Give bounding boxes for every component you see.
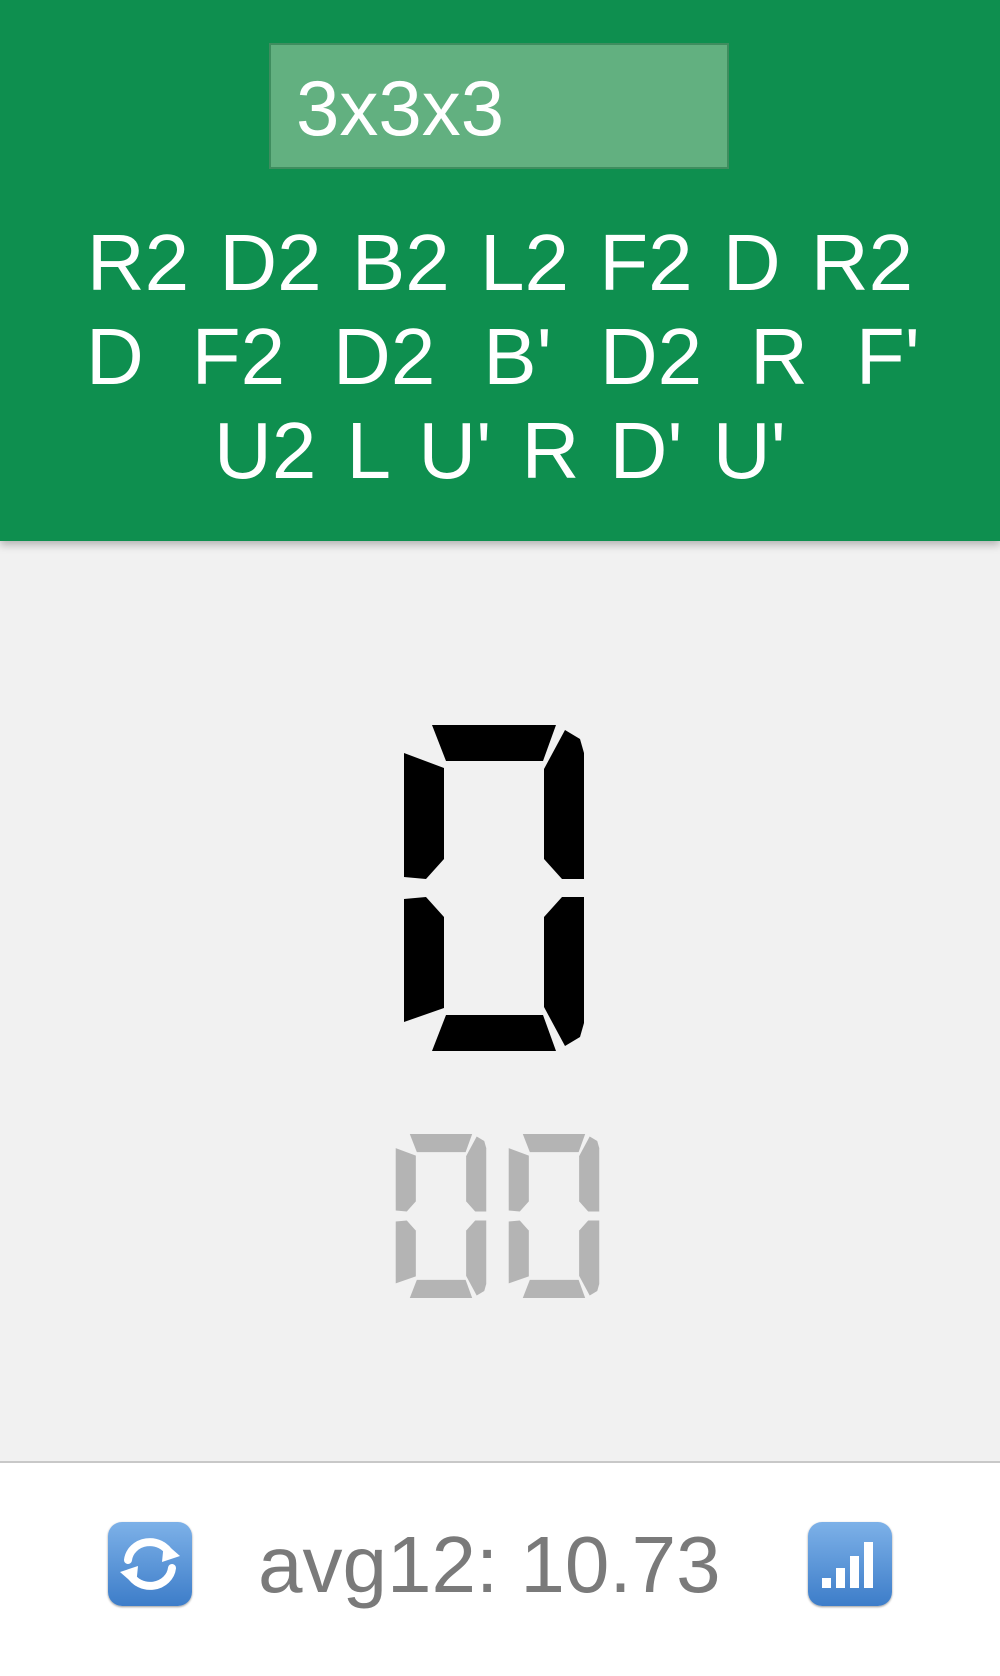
scramble-move: U' <box>418 406 492 495</box>
refresh-button[interactable] <box>108 1522 192 1606</box>
scramble-move: D' <box>609 406 683 495</box>
segment-d <box>409 1279 473 1298</box>
scramble-header: 3x3x3 R2 D2 B2 L2 F2 D R2 D F2 D2 B' D2 R F' U… <box>0 0 1000 541</box>
timer-centiseconds-tens <box>395 1134 487 1298</box>
scramble-line-1: R2 D2 B2 L2 F2 D R2 <box>70 216 930 310</box>
timer-display[interactable] <box>0 541 1000 1461</box>
segment-c <box>466 1220 487 1296</box>
scramble-move: D <box>86 312 144 401</box>
segment-e <box>508 1220 529 1284</box>
scramble-move: R <box>521 406 580 495</box>
segment-d <box>432 1015 556 1051</box>
scramble-move: D2 <box>333 312 436 401</box>
scramble-move: L <box>346 406 389 495</box>
statistics-button[interactable] <box>808 1522 892 1606</box>
segment-e <box>395 1220 416 1284</box>
scramble-move: R2 <box>810 218 914 307</box>
scramble-move: F' <box>855 312 920 401</box>
scramble-text: R2 D2 B2 L2 F2 D R2 D F2 D2 B' D2 R F' U2 L U'… <box>70 216 930 498</box>
segment-a <box>409 1134 473 1153</box>
scramble-move: L2 <box>480 218 569 307</box>
segment-b <box>579 1136 600 1212</box>
scramble-line-3: U2 L U' R D' U' <box>70 404 930 498</box>
scramble-move: R <box>750 312 808 401</box>
scramble-move: U' <box>712 406 786 495</box>
scramble-move: B' <box>483 312 552 401</box>
scramble-move: D2 <box>219 218 322 307</box>
segment-f <box>404 753 444 879</box>
average-display[interactable]: avg12: 10.73 <box>258 1515 748 1615</box>
scramble-move: D2 <box>599 312 703 401</box>
refresh-icon <box>120 1538 180 1590</box>
scramble-move: U2 <box>214 406 317 495</box>
scramble-move: R2 <box>86 218 190 307</box>
segment-b <box>544 730 584 879</box>
signal-bars-icon <box>822 1542 873 1588</box>
scramble-move: F2 <box>599 218 693 307</box>
segment-b <box>466 1136 487 1212</box>
scramble-line-2: D F2 D2 B' D2 R F' <box>70 310 930 404</box>
segment-f <box>508 1148 529 1212</box>
segment-d <box>522 1279 586 1298</box>
scramble-move: D <box>722 218 781 307</box>
timer-centiseconds-ones <box>508 1134 600 1298</box>
segment-f <box>395 1148 416 1212</box>
timer-seconds <box>404 725 584 1051</box>
segment-c <box>544 897 584 1046</box>
scramble-move: F2 <box>191 312 286 401</box>
segment-a <box>432 725 556 761</box>
footer-bar: avg12: 10.73 <box>0 1461 1000 1676</box>
segment-e <box>404 897 444 1022</box>
segment-c <box>579 1220 600 1296</box>
segment-a <box>522 1134 586 1153</box>
puzzle-type-selector[interactable]: 3x3x3 <box>269 43 729 169</box>
scramble-move: B2 <box>351 218 450 307</box>
